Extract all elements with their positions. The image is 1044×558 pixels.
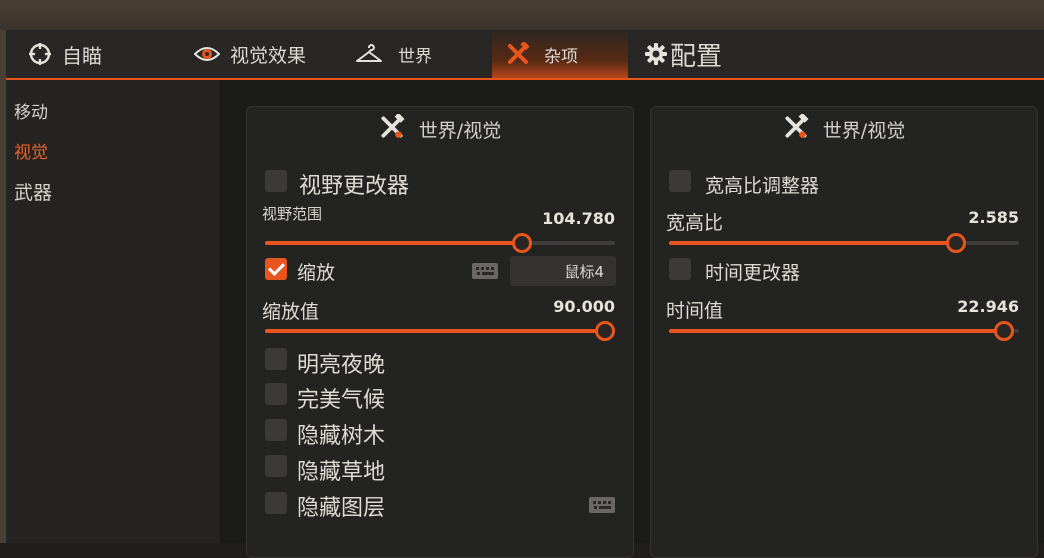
time-value-slider[interactable]: [669, 321, 1019, 341]
slider-knob[interactable]: [512, 233, 533, 253]
sidebar: 移动 视觉 武器: [6, 80, 221, 543]
zoom-value-label: 缩放值: [262, 301, 320, 323]
time-changer-label: 时间更改器: [705, 262, 801, 284]
time-value-label: 时间值: [666, 300, 724, 322]
fov-changer-checkbox[interactable]: [265, 170, 287, 192]
hide-trees-checkbox[interactable]: [265, 419, 287, 441]
fov-range-label: 视野范围: [262, 205, 323, 223]
world-visual-panel-left: 世界/视觉 视野更改器 视野范围 104.780 缩放 鼠标4 缩放值 90.0…: [246, 106, 634, 558]
panel-title-text: 世界/视觉: [822, 119, 906, 142]
panel-title: 世界/视觉: [247, 107, 633, 151]
tools-icon: [783, 112, 809, 145]
slider-fill: [669, 329, 1004, 333]
tab-label: 杂项: [544, 46, 578, 67]
sidebar-item-weapon[interactable]: 武器: [14, 178, 52, 205]
hide-grass-checkbox[interactable]: [265, 455, 287, 477]
tab-label: 视觉效果: [230, 44, 307, 67]
window-top-edge: [0, 0, 1044, 30]
keyboard-icon[interactable]: [589, 497, 615, 513]
aspect-changer-label: 宽高比调整器: [705, 175, 820, 197]
zoom-keybind-button[interactable]: 鼠标4: [510, 256, 616, 286]
gear-icon: [644, 42, 668, 66]
tab-label: 配置: [670, 41, 723, 72]
tab-visuals[interactable]: 视觉效果: [194, 30, 306, 78]
slider-fill: [265, 241, 523, 245]
aspect-ratio-label: 宽高比: [666, 212, 724, 234]
aspect-ratio-slider[interactable]: [669, 233, 1019, 253]
zoom-checkbox[interactable]: [265, 258, 287, 280]
time-changer-checkbox[interactable]: [669, 258, 691, 280]
fov-range-value: 104.780: [542, 209, 615, 228]
top-tab-bar: 自瞄 视觉效果 世界 杂项 配置: [6, 30, 1044, 80]
hide-layers-label: 隐藏图层: [297, 496, 386, 521]
crosshair-icon: [28, 42, 52, 66]
world-visual-panel-right: 世界/视觉 宽高比调整器 宽高比 2.585 时间更改器 时间值 22.946: [650, 106, 1038, 558]
tools-icon: [506, 42, 530, 66]
sidebar-item-movement[interactable]: 移动: [14, 98, 48, 123]
hide-trees-label: 隐藏树木: [297, 424, 386, 449]
slider-knob[interactable]: [993, 321, 1014, 341]
zoom-label: 缩放: [297, 262, 336, 284]
slider-fill: [265, 329, 605, 333]
panel-title: 世界/视觉: [651, 107, 1037, 151]
tab-label: 世界: [398, 46, 432, 67]
zoom-value-slider[interactable]: [265, 321, 615, 341]
tab-world[interactable]: 世界: [356, 30, 432, 78]
slider-knob[interactable]: [946, 233, 966, 253]
tab-misc[interactable]: 杂项: [492, 30, 628, 78]
tools-icon: [379, 112, 405, 145]
tab-aimbot[interactable]: 自瞄: [28, 30, 102, 78]
slider-knob[interactable]: [595, 321, 615, 341]
perfect-weather-label: 完美气候: [297, 388, 386, 413]
sidebar-item-visual[interactable]: 视觉: [14, 138, 48, 163]
fov-changer-label: 视野更改器: [299, 174, 410, 199]
hide-grass-label: 隐藏草地: [297, 460, 386, 485]
panel-title-text: 世界/视觉: [418, 119, 502, 142]
zoom-value-value: 90.000: [553, 297, 615, 316]
fov-range-slider[interactable]: [265, 233, 615, 253]
tab-config[interactable]: 配置: [644, 30, 722, 78]
tab-label: 自瞄: [62, 43, 102, 68]
bright-night-checkbox[interactable]: [265, 348, 287, 370]
time-value-value: 22.946: [957, 297, 1019, 316]
keyboard-icon[interactable]: [472, 263, 498, 279]
slider-fill: [669, 241, 956, 245]
perfect-weather-checkbox[interactable]: [265, 383, 287, 405]
bright-night-label: 明亮夜晚: [297, 353, 386, 378]
aspect-changer-checkbox[interactable]: [669, 170, 691, 192]
aspect-ratio-value: 2.585: [968, 208, 1019, 227]
eye-icon: [194, 45, 220, 63]
hanger-icon: [356, 44, 382, 64]
hide-layers-checkbox[interactable]: [265, 492, 287, 514]
